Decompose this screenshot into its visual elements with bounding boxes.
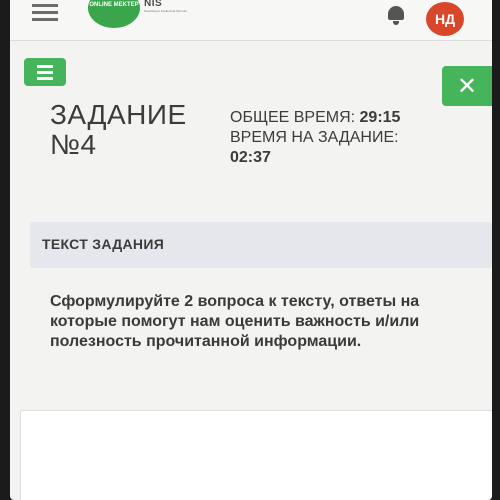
online-mektep-logo: ONLINE MEKTEP [88, 0, 140, 28]
bell-icon[interactable] [388, 6, 404, 25]
task-number: №4 [50, 129, 97, 160]
answer-area[interactable] [20, 410, 492, 500]
avatar[interactable]: НД [426, 2, 464, 36]
task-time-value: 02:37 [230, 149, 271, 166]
task-time-label: ВРЕМЯ НА ЗАДАНИЕ: [230, 129, 399, 146]
task-title-word: ЗАДАНИЕ [50, 99, 187, 130]
sidebar-toggle-icon[interactable] [32, 0, 58, 21]
total-time: ОБЩЕЕ ВРЕМЯ: 29:15 [230, 108, 470, 128]
task-text-header: ТЕКСТ ЗАДАНИЯ [42, 236, 165, 252]
task-title: ЗАДАНИЕ №4 [50, 100, 240, 160]
timers: ОБЩЕЕ ВРЕМЯ: 29:15 ВРЕМЯ НА ЗАДАНИЕ: 02:… [230, 108, 470, 168]
nis-logo-name: NIS [144, 0, 163, 9]
close-icon: ✕ [456, 72, 478, 100]
nis-logo-subtext: Nazarbayev Intellectual Schools [144, 9, 187, 13]
menu-icon [37, 64, 53, 68]
top-bar: ONLINE MEKTEP NIS Nazarbayev Intellectua… [10, 0, 492, 41]
total-time-value: 29:15 [359, 109, 401, 126]
menu-button[interactable] [24, 58, 66, 86]
task-text: Сформулируйте 2 вопроса к тексту, ответы… [50, 293, 420, 350]
close-button[interactable]: ✕ [442, 66, 492, 106]
nis-logo: NIS Nazarbayev Intellectual Schools [144, 0, 204, 28]
total-time-label: ОБЩЕЕ ВРЕМЯ: [230, 109, 356, 126]
app-screen: ONLINE MEKTEP NIS Nazarbayev Intellectua… [10, 0, 492, 500]
